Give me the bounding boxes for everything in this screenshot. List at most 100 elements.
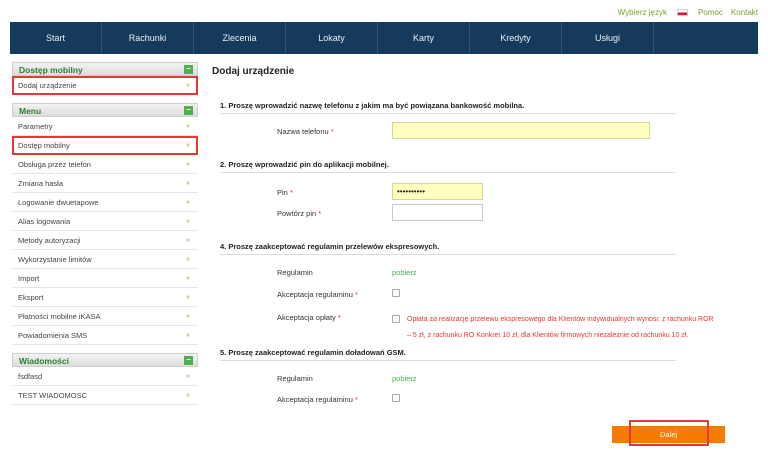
main-nav: Start Rachunki Zlecenia Lokaty Karty Kre… bbox=[10, 22, 758, 54]
accept-regulamin-gsm-label: Akceptacja regulaminu * bbox=[277, 395, 358, 404]
pin-value: •••••••••• bbox=[397, 187, 426, 196]
regulamin-download-link[interactable]: pobierz bbox=[392, 268, 417, 277]
phone-name-label: Nazwa telefonu * bbox=[277, 127, 334, 136]
section-2-title: 2. Proszę wprowadzić pin do aplikacji mo… bbox=[220, 160, 389, 169]
accept-fee-label: Akceptacja opłaty * bbox=[277, 313, 341, 322]
nav-lokaty[interactable]: Lokaty bbox=[286, 22, 378, 54]
sidebar-item-label: Dostęp mobilny bbox=[18, 141, 70, 150]
accept-regulamin-label: Akceptacja regulaminu * bbox=[277, 290, 358, 299]
chevron-right-icon: » bbox=[186, 373, 190, 380]
sidebar-item-label: Eksport bbox=[18, 293, 44, 302]
sidebar-head-mobile[interactable]: Dostęp mobilny − bbox=[12, 62, 198, 76]
top-bar: Wybierz język Pomoc Kontakt bbox=[0, 0, 768, 22]
sidebar-item-parametry[interactable]: Parametry » bbox=[12, 117, 198, 136]
chevron-right-icon: » bbox=[186, 199, 190, 206]
sidebar: Dostęp mobilny − Dodaj urządzenie » Menu … bbox=[12, 62, 198, 405]
sidebar-item-two-step-login[interactable]: Logowanie dwuetapowe » bbox=[12, 193, 198, 212]
sidebar-item-label: Płatności mobilne iKASA bbox=[18, 312, 101, 321]
collapse-icon[interactable]: − bbox=[184, 106, 193, 115]
pin-input[interactable]: •••••••••• bbox=[392, 183, 483, 200]
sidebar-item-phone-service[interactable]: Obsługa przez telefon » bbox=[12, 155, 198, 174]
nav-kredyty[interactable]: Kredyty bbox=[470, 22, 562, 54]
pin-label: Pin * bbox=[277, 188, 293, 197]
sidebar-item-add-device[interactable]: Dodaj urządzenie » bbox=[12, 76, 198, 95]
required-mark: * bbox=[318, 209, 322, 218]
required-mark: * bbox=[289, 188, 293, 197]
pin-repeat-label: Powtórz pin * bbox=[277, 209, 321, 218]
sidebar-item-mobile-access[interactable]: Dostęp mobilny » bbox=[12, 136, 198, 155]
contact-link[interactable]: Kontakt bbox=[731, 8, 758, 17]
label-text: Powtórz pin bbox=[277, 209, 317, 218]
chevron-right-icon: » bbox=[186, 256, 190, 263]
sidebar-item-label: Powiadomienia SMS bbox=[18, 331, 88, 340]
sidebar-item-message[interactable]: TEST WIADOMOSC » bbox=[12, 386, 198, 405]
sidebar-item-login-alias[interactable]: Alias logowania » bbox=[12, 212, 198, 231]
fee-note-line-1: Opłata za realizację przelewu ekspresowe… bbox=[407, 316, 714, 323]
sidebar-head-menu[interactable]: Menu − bbox=[12, 103, 198, 117]
chevron-right-icon: » bbox=[186, 161, 190, 168]
nav-rachunki[interactable]: Rachunki bbox=[102, 22, 194, 54]
collapse-icon[interactable]: − bbox=[184, 356, 193, 365]
accept-fee-checkbox[interactable] bbox=[392, 315, 400, 323]
section-5-title: 5. Proszę zaakceptować regulamin doładow… bbox=[220, 348, 406, 357]
nav-empty bbox=[654, 22, 758, 54]
sidebar-item-label: fsdfasd bbox=[18, 372, 43, 381]
sidebar-item-message[interactable]: fsdfasd » bbox=[12, 367, 198, 386]
sidebar-item-change-password[interactable]: Zmiana hasła » bbox=[12, 174, 198, 193]
regulamin-gsm-label: Regulamin bbox=[277, 374, 313, 383]
next-button-highlight bbox=[629, 420, 709, 446]
divider bbox=[220, 172, 676, 173]
sidebar-item-auth-methods[interactable]: Metody autoryzacji » bbox=[12, 231, 198, 250]
regulamin-gsm-download-link[interactable]: pobierz bbox=[392, 374, 417, 383]
sidebar-item-label: Logowanie dwuetapowe bbox=[18, 198, 99, 207]
chevron-right-icon: » bbox=[186, 82, 190, 89]
sidebar-item-limits-usage[interactable]: Wykorzystanie limitów » bbox=[12, 250, 198, 269]
phone-name-input[interactable] bbox=[392, 122, 650, 139]
accept-regulamin-gsm-checkbox[interactable] bbox=[392, 394, 400, 402]
label-text: Pin bbox=[277, 188, 288, 197]
sidebar-item-label: Obsługa przez telefon bbox=[18, 160, 91, 169]
section-1-title: 1. Proszę wprowadzić nazwę telefonu z ja… bbox=[220, 101, 525, 110]
collapse-icon[interactable]: − bbox=[184, 65, 193, 74]
chevron-right-icon: » bbox=[186, 392, 190, 399]
sidebar-item-label: Dodaj urządzenie bbox=[18, 81, 77, 90]
required-mark: * bbox=[330, 127, 334, 136]
chevron-right-icon: » bbox=[186, 313, 190, 320]
chevron-right-icon: » bbox=[186, 275, 190, 282]
chevron-right-icon: » bbox=[186, 218, 190, 225]
chevron-right-icon: » bbox=[186, 142, 190, 149]
sidebar-item-sms-alerts[interactable]: Powiadomienia SMS » bbox=[12, 326, 198, 345]
label-text: Akceptacja regulaminu bbox=[277, 290, 353, 299]
sidebar-item-label: Wykorzystanie limitów bbox=[18, 255, 92, 264]
regulamin-label: Regulamin bbox=[277, 268, 313, 277]
required-mark: * bbox=[337, 313, 341, 322]
polish-flag-icon[interactable] bbox=[676, 9, 688, 16]
sidebar-item-label: Alias logowania bbox=[18, 217, 71, 226]
required-mark: * bbox=[354, 395, 358, 404]
main-content: Dodaj urządzenie bbox=[212, 62, 758, 80]
divider bbox=[220, 113, 676, 114]
sidebar-head-messages[interactable]: Wiadomości − bbox=[12, 353, 198, 367]
sidebar-item-import[interactable]: Import » bbox=[12, 269, 198, 288]
sidebar-item-export[interactable]: Eksport » bbox=[12, 288, 198, 307]
chevron-right-icon: » bbox=[186, 294, 190, 301]
pin-repeat-input[interactable] bbox=[392, 204, 483, 221]
accept-regulamin-checkbox[interactable] bbox=[392, 289, 400, 297]
chevron-right-icon: » bbox=[186, 123, 190, 130]
nav-karty[interactable]: Karty bbox=[378, 22, 470, 54]
divider bbox=[220, 360, 676, 361]
language-link[interactable]: Wybierz język bbox=[618, 8, 667, 17]
help-link[interactable]: Pomoc bbox=[698, 8, 723, 17]
divider bbox=[220, 254, 676, 255]
sidebar-item-label: Metody autoryzacji bbox=[18, 236, 81, 245]
nav-start[interactable]: Start bbox=[10, 22, 102, 54]
chevron-right-icon: » bbox=[186, 332, 190, 339]
nav-zlecenia[interactable]: Zlecenia bbox=[194, 22, 286, 54]
sidebar-item-label: Parametry bbox=[18, 122, 53, 131]
nav-uslugi[interactable]: Usługi bbox=[562, 22, 654, 54]
chevron-right-icon: » bbox=[186, 180, 190, 187]
sidebar-item-ikasa[interactable]: Płatności mobilne iKASA » bbox=[12, 307, 198, 326]
sidebar-head-label: Dostęp mobilny bbox=[19, 65, 83, 75]
page-title: Dodaj urządzenie bbox=[212, 66, 295, 77]
sidebar-head-label: Menu bbox=[19, 106, 42, 116]
